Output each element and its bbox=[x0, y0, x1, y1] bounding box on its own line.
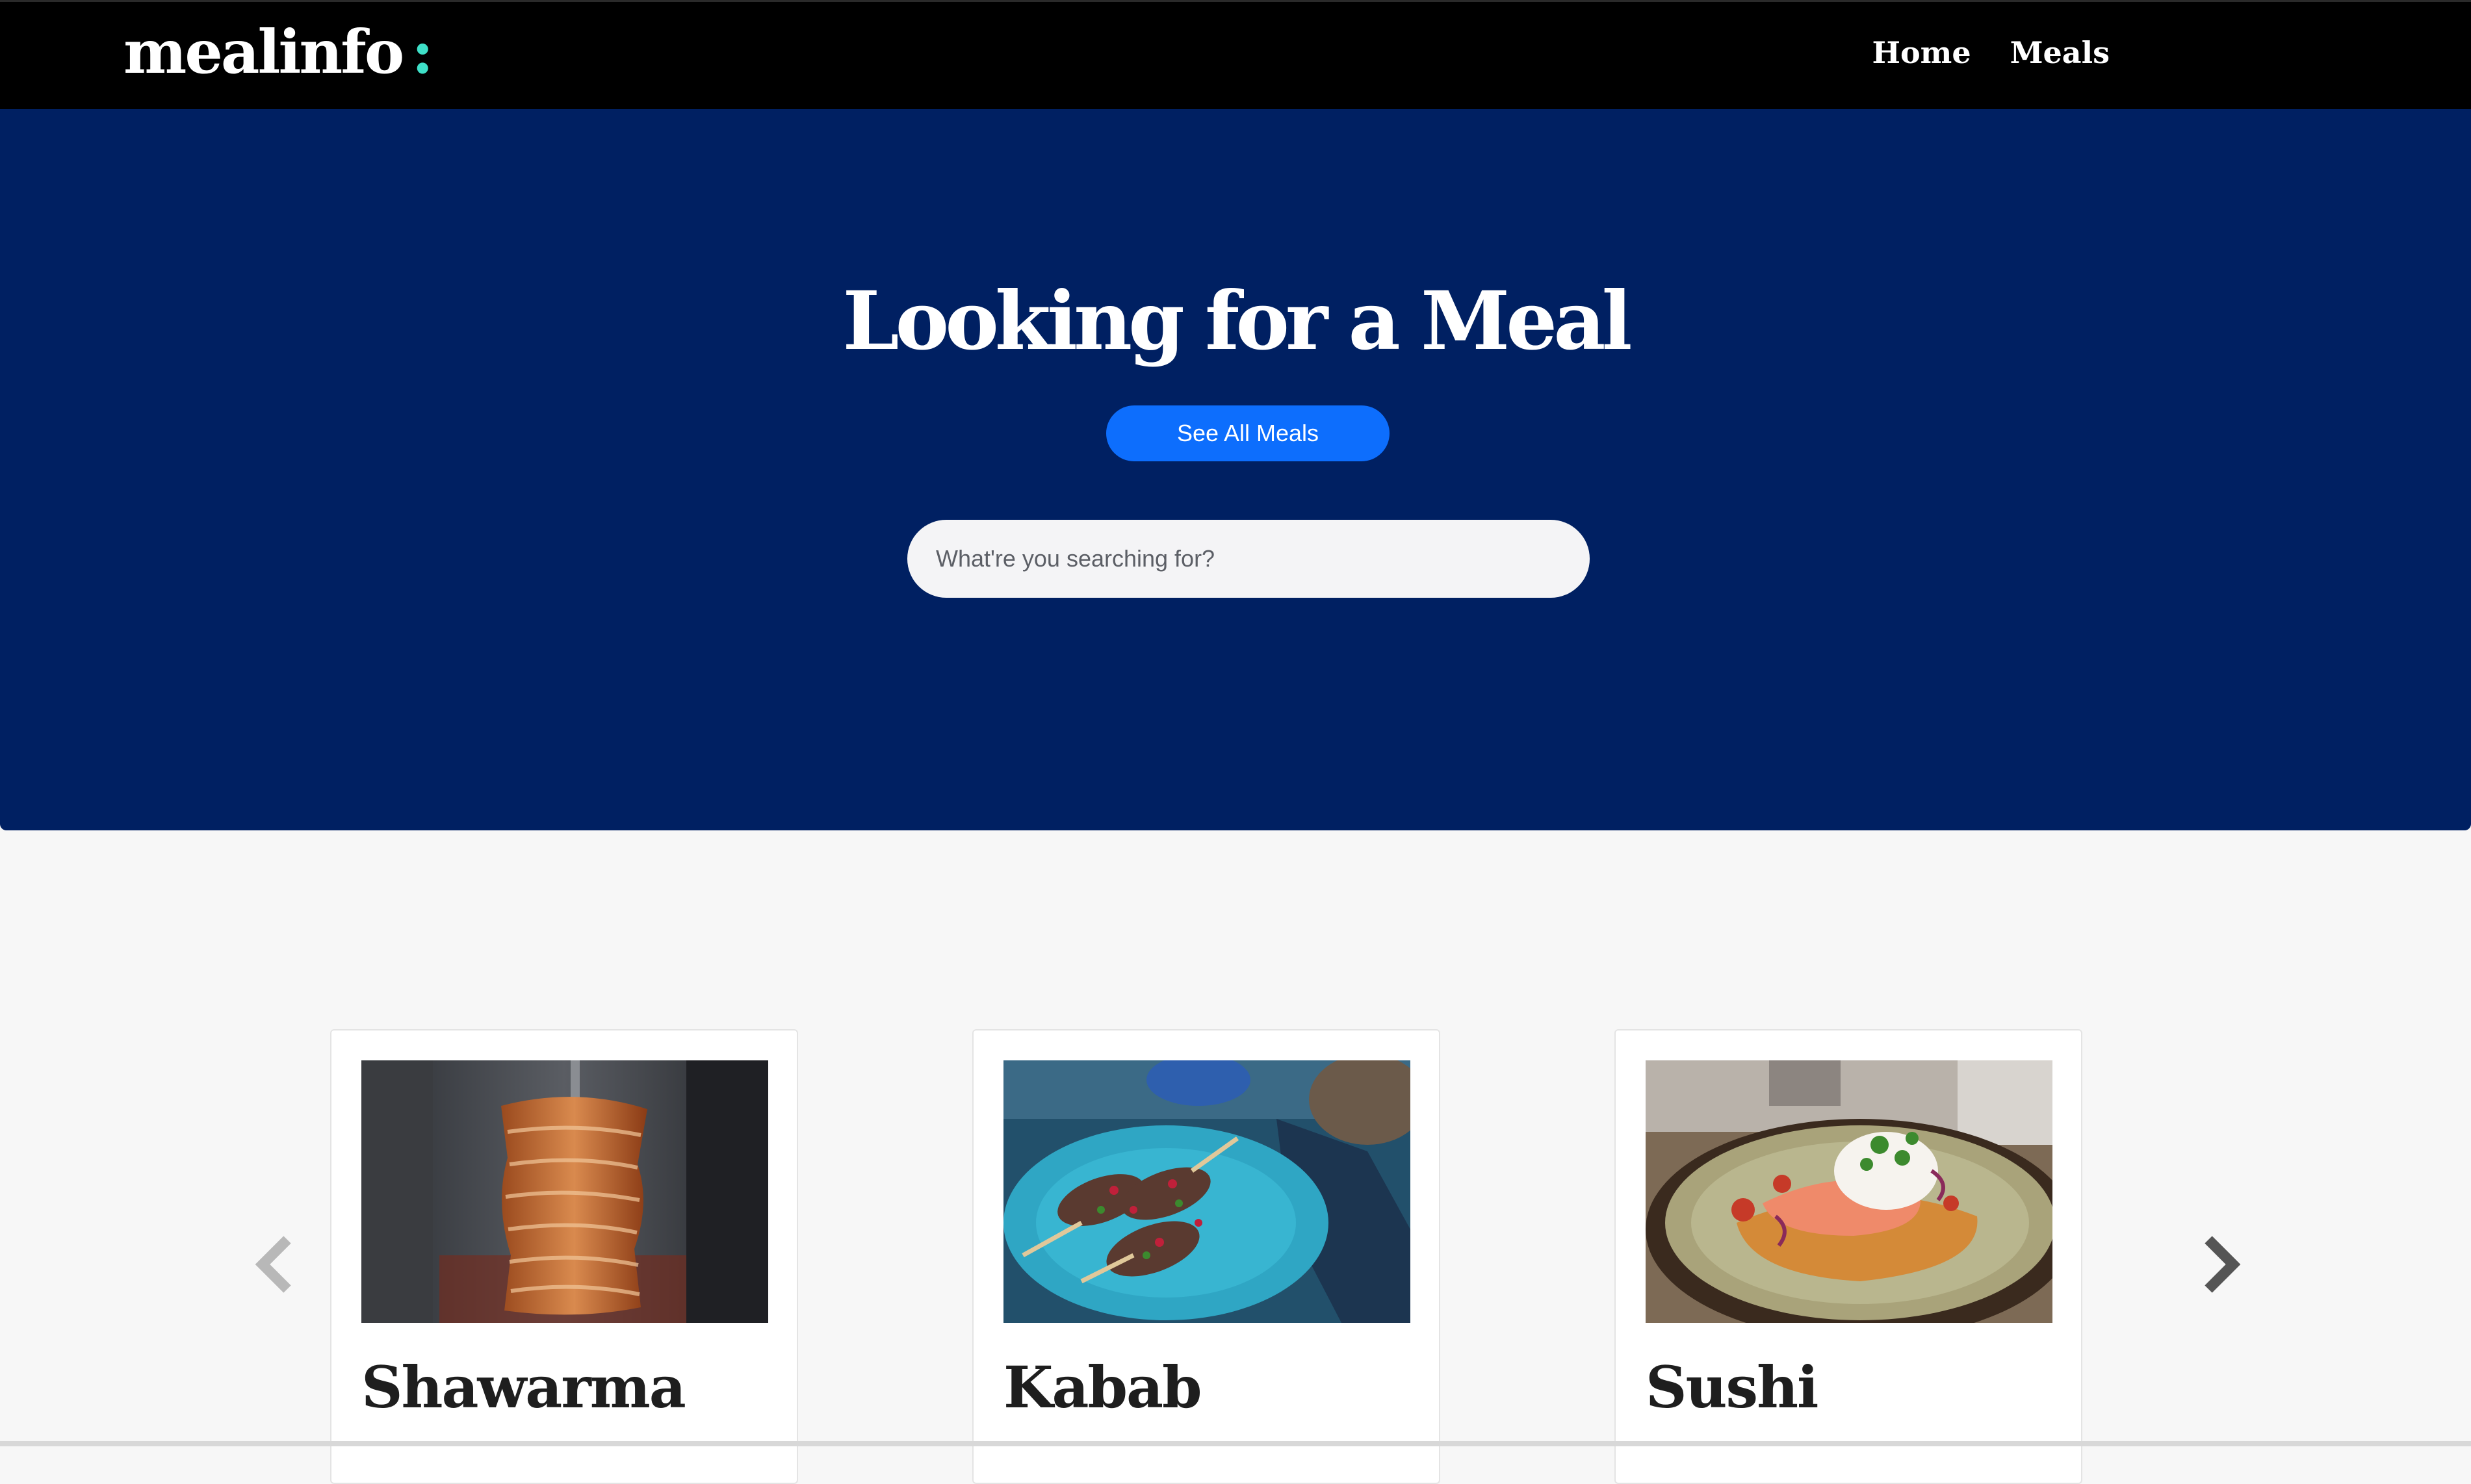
carousel-prev-button[interactable] bbox=[248, 1232, 300, 1297]
brand-name: mealinfo bbox=[123, 17, 404, 87]
brand-colon: : bbox=[411, 17, 433, 87]
hero-section: Looking for a Meal See All Meals bbox=[0, 109, 2471, 830]
chevron-right-icon bbox=[2205, 1236, 2241, 1293]
meal-card-title: Kabab bbox=[1003, 1353, 1202, 1421]
meal-card-shawarma[interactable]: Shawarma bbox=[330, 1029, 798, 1484]
kabab-photo bbox=[1003, 1060, 1410, 1323]
meal-card-kabab[interactable]: Kabab bbox=[972, 1029, 1440, 1484]
page-bottom-border bbox=[0, 1441, 2471, 1446]
meal-card-sushi[interactable]: Sushi bbox=[1614, 1029, 2082, 1484]
hero-title: Looking for a Meal bbox=[842, 274, 1632, 368]
meal-carousel: Shawarma Kabab Sushi bbox=[0, 830, 2471, 1484]
nav-link-home[interactable]: Home bbox=[1872, 31, 1971, 75]
meal-card-title: Sushi bbox=[1646, 1353, 1818, 1421]
sushi-photo bbox=[1646, 1060, 2052, 1323]
shawarma-photo bbox=[361, 1060, 768, 1323]
nav-link-meals[interactable]: Meals bbox=[2010, 31, 2110, 75]
nav-links: Home Meals bbox=[1872, 31, 2110, 75]
carousel-next-button[interactable] bbox=[2195, 1232, 2247, 1297]
see-all-meals-button[interactable]: See All Meals bbox=[1106, 405, 1390, 461]
brand-logo[interactable]: mealinfo: bbox=[123, 16, 433, 88]
chevron-left-icon bbox=[255, 1236, 291, 1293]
search-input[interactable] bbox=[907, 520, 1590, 598]
navbar: mealinfo: Home Meals bbox=[0, 0, 2471, 109]
meal-card-title: Shawarma bbox=[361, 1353, 686, 1421]
